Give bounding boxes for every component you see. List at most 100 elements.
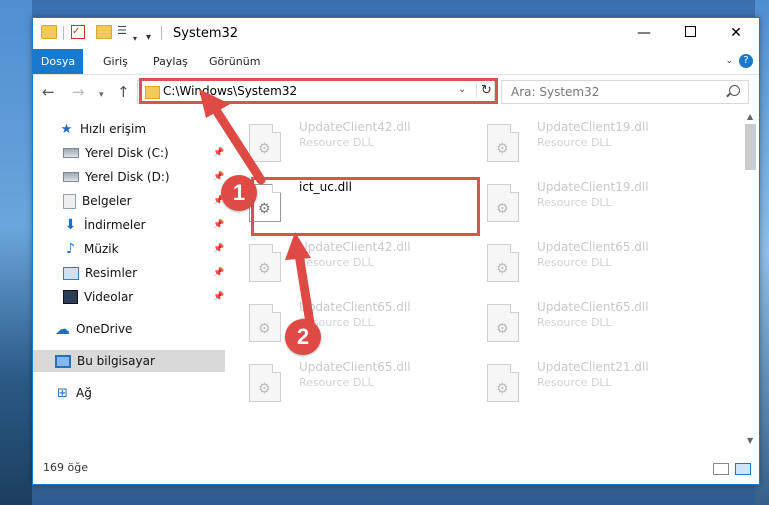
sidebar-item-disk-c[interactable]: Yerel Disk (C:) 📌 xyxy=(33,142,225,164)
tab-share[interactable]: Paylaş xyxy=(153,49,188,74)
gear-icon: ⚙ xyxy=(496,381,509,397)
star-icon: ★ xyxy=(60,121,73,137)
dll-file-icon: ⚙ xyxy=(249,304,281,342)
item-count: 169 öğe xyxy=(43,461,88,474)
details-view-icon[interactable] xyxy=(713,463,729,475)
back-button[interactable]: ← xyxy=(42,83,55,101)
sidebar-item-downloads[interactable]: ⬇ İndirmeler 📌 xyxy=(33,214,225,236)
sidebar-item-onedrive[interactable]: ☁ OneDrive xyxy=(33,318,225,340)
navigation-pane: ★ Hızlı erişim Yerel Disk (C:) 📌 Yerel D… xyxy=(33,110,225,450)
file-name: UpdateClient42.dll xyxy=(299,120,411,134)
dll-file-icon: ⚙ xyxy=(487,184,519,222)
sidebar-item-music[interactable]: ♪ Müzik 📌 xyxy=(33,238,225,260)
file-name: UpdateClient65.dll xyxy=(537,300,649,314)
dll-file-icon: ⚙ xyxy=(249,244,281,282)
gear-icon: ⚙ xyxy=(258,321,271,337)
gear-icon: ⚙ xyxy=(496,261,509,277)
customize-toolbar-icon[interactable]: ☰ xyxy=(117,25,130,37)
sidebar-item-disk-d[interactable]: Yerel Disk (D:) 📌 xyxy=(33,166,225,188)
pin-icon[interactable]: 📌 xyxy=(213,268,224,278)
ribbon-tabs: Dosya Giriş Paylaş Görünüm ⌄ ? xyxy=(33,49,759,75)
sidebar-item-label: Bu bilgisayar xyxy=(77,354,155,368)
file-type: Resource DLL xyxy=(299,256,374,269)
chevron-down-icon[interactable]: ▾ xyxy=(133,29,137,47)
toolbar-separator xyxy=(63,26,64,40)
close-button[interactable]: ✕ xyxy=(713,18,759,49)
music-icon: ♪ xyxy=(66,240,75,257)
new-folder-icon[interactable] xyxy=(96,25,112,39)
explorer-window: ✓ ☰ ▾ ▾ System32 — ✕ Dosya Giriş Paylaş … xyxy=(32,17,760,485)
search-icon[interactable] xyxy=(729,85,740,96)
help-button[interactable]: ? xyxy=(739,54,753,68)
pin-icon[interactable]: 📌 xyxy=(213,148,224,158)
file-type: Resource DLL xyxy=(537,256,612,269)
minimize-button[interactable]: — xyxy=(621,18,667,49)
scroll-down-icon[interactable]: ▼ xyxy=(747,436,753,445)
list-item[interactable]: ⚙ UpdateClient42.dll Resource DLL xyxy=(233,238,463,290)
scroll-thumb[interactable] xyxy=(745,124,756,170)
file-name: UpdateClient65.dll xyxy=(537,240,649,254)
file-type: Resource DLL xyxy=(537,136,612,149)
list-item[interactable]: ⚙ UpdateClient65.dll Resource DLL xyxy=(233,358,463,410)
sidebar-item-label: Hızlı erişim xyxy=(80,122,147,136)
quick-access-dropdown-icon[interactable]: ▾ xyxy=(146,28,151,46)
window-title: System32 xyxy=(173,26,239,41)
chevron-down-icon[interactable]: ⌄ xyxy=(725,56,733,66)
sidebar-item-this-pc[interactable]: Bu bilgisayar xyxy=(33,350,225,372)
scroll-up-icon[interactable]: ▲ xyxy=(747,112,753,121)
sidebar-item-label: Ağ xyxy=(76,386,92,400)
sidebar-item-pictures[interactable]: Resimler 📌 xyxy=(33,262,225,284)
forward-button[interactable]: → xyxy=(72,83,85,101)
gear-icon: ⚙ xyxy=(496,201,509,217)
list-item[interactable]: ⚙ UpdateClient65.dll Resource DLL xyxy=(233,298,463,350)
sidebar-item-quick-access[interactable]: ★ Hızlı erişim xyxy=(33,118,225,140)
list-item[interactable]: ⚙ UpdateClient21.dll Resource DLL xyxy=(471,358,701,410)
sidebar-item-videos[interactable]: Videolar 📌 xyxy=(33,286,225,308)
pin-icon[interactable]: 📌 xyxy=(213,220,224,230)
dll-file-icon: ⚙ xyxy=(487,364,519,402)
list-item[interactable]: ⚙ UpdateClient42.dll Resource DLL xyxy=(233,118,463,170)
drive-icon xyxy=(63,172,79,182)
pin-icon[interactable]: 📌 xyxy=(213,292,224,302)
tab-home[interactable]: Giriş xyxy=(103,49,128,74)
title-bar: ✓ ☰ ▾ ▾ System32 — ✕ xyxy=(33,18,759,49)
list-item[interactable]: ⚙ UpdateClient65.dll Resource DLL xyxy=(471,238,701,290)
sidebar-item-label: Müzik xyxy=(84,242,119,256)
quick-access-folder-icon[interactable] xyxy=(41,25,57,39)
pictures-icon xyxy=(63,266,79,280)
step-2-badge: 2 xyxy=(285,319,321,355)
pin-icon[interactable]: 📌 xyxy=(213,172,224,182)
file-list: ⚙ UpdateClient42.dll Resource DLL ⚙ Upda… xyxy=(233,110,743,450)
list-item[interactable]: ⚙ UpdateClient65.dll Resource DLL xyxy=(471,298,701,350)
file-type: Resource DLL xyxy=(299,376,374,389)
step-1-badge: 1 xyxy=(221,175,257,211)
sidebar-item-network[interactable]: ⊞ Ağ xyxy=(33,382,225,404)
tab-view[interactable]: Görünüm xyxy=(209,49,260,74)
file-name: UpdateClient42.dll xyxy=(299,240,411,254)
dll-file-icon: ⚙ xyxy=(487,124,519,162)
cloud-icon: ☁ xyxy=(55,319,70,338)
pin-icon[interactable]: 📌 xyxy=(213,244,224,254)
list-item[interactable]: ⚙ UpdateClient19.dll Resource DLL xyxy=(471,118,701,170)
vertical-scrollbar[interactable]: ▲ ▼ xyxy=(743,110,759,450)
tab-file[interactable]: Dosya xyxy=(33,49,83,74)
up-button[interactable]: ↑ xyxy=(117,83,130,101)
sidebar-item-label: Yerel Disk (C:) xyxy=(85,146,169,160)
sidebar-item-label: Belgeler xyxy=(82,194,132,208)
recent-locations-button[interactable]: ▾ xyxy=(99,86,104,104)
file-type: Resource DLL xyxy=(537,196,612,209)
large-icons-view-icon[interactable] xyxy=(735,463,751,475)
search-input[interactable]: Ara: System32 xyxy=(501,80,749,104)
list-item[interactable]: ⚙ UpdateClient19.dll Resource DLL xyxy=(471,178,701,230)
file-highlight-box xyxy=(251,177,480,236)
properties-check-icon[interactable]: ✓ xyxy=(71,25,85,39)
drive-icon xyxy=(63,148,79,158)
search-placeholder: Ara: System32 xyxy=(511,85,600,99)
gear-icon: ⚙ xyxy=(496,141,509,157)
maximize-button[interactable] xyxy=(667,18,713,49)
sidebar-item-label: Yerel Disk (D:) xyxy=(85,170,170,184)
gear-icon: ⚙ xyxy=(496,321,509,337)
status-bar: 169 öğe xyxy=(33,455,759,483)
sidebar-item-documents[interactable]: Belgeler 📌 xyxy=(33,190,225,212)
dll-file-icon: ⚙ xyxy=(487,244,519,282)
